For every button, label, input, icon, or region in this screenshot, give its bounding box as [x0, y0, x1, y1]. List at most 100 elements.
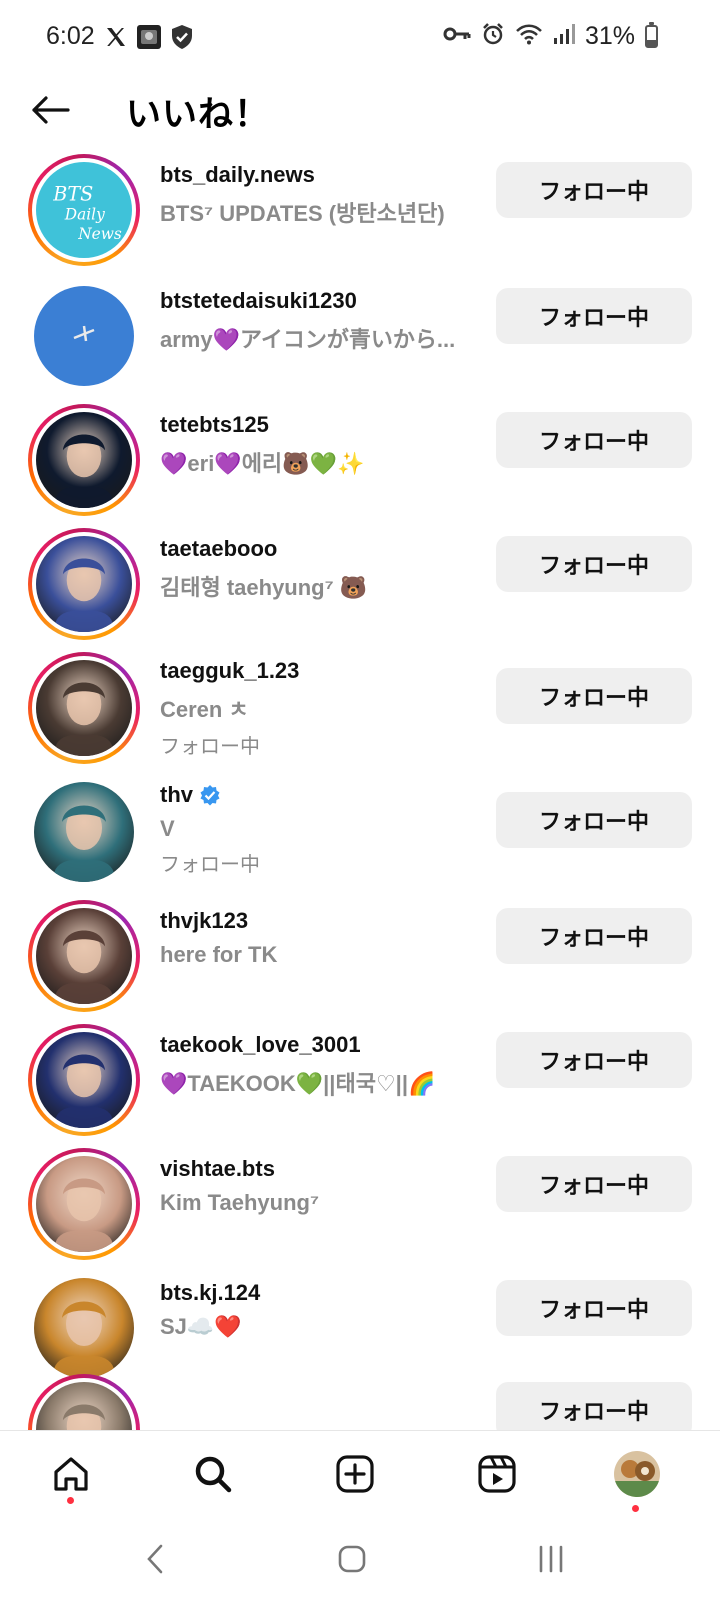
- username[interactable]: thv: [160, 782, 480, 808]
- list-item[interactable]: taetaebooo 김태형 taehyung⁷ 🐻 フォロー中: [0, 522, 720, 648]
- username[interactable]: vishtae.bts: [160, 1156, 480, 1182]
- username-text: taetaebooo: [160, 536, 278, 561]
- nav-home-dot: [67, 1497, 74, 1504]
- user-texts: bts_daily.news BTS⁷ UPDATES (방탄소년단): [160, 162, 480, 228]
- user-texts: vishtae.bts Kim Taehyung⁷: [160, 1156, 480, 1216]
- arrow-left-icon: [32, 96, 70, 124]
- user-avatar[interactable]: [28, 1024, 140, 1136]
- list-item[interactable]: taegguk_1.23 Ceren ㅊフォロー中 フォロー中: [0, 646, 720, 772]
- list-item[interactable]: thv V フォロー中 フォロー中: [0, 770, 720, 896]
- home-icon: [54, 1457, 88, 1491]
- username[interactable]: thvjk123: [160, 908, 480, 934]
- user-subtitle: 김태형 taehyung⁷ 🐻: [160, 575, 368, 600]
- avatar-image: [36, 412, 132, 508]
- following-button[interactable]: フォロー中: [496, 162, 692, 218]
- user-avatar[interactable]: [28, 652, 140, 764]
- list-item[interactable]: vishtae.bts Kim Taehyung⁷ フォロー中: [0, 1142, 720, 1268]
- user-subtitle: Kim Taehyung⁷: [160, 1190, 320, 1215]
- user-subtitle: 💜eri💜에리🐻💚✨: [160, 451, 365, 476]
- user-avatar[interactable]: [28, 776, 140, 888]
- username-text: vishtae.bts: [160, 1156, 275, 1181]
- user-avatar[interactable]: [28, 1374, 140, 1430]
- key-icon: [443, 24, 471, 49]
- list-item[interactable]: btstetedaisuki1230 army💜アイコンが青いから... フォロー中: [0, 274, 720, 400]
- username-text: tetebts125: [160, 412, 269, 437]
- avatar-image: [36, 536, 132, 632]
- status-bar: 6:02 31%: [0, 0, 720, 82]
- user-subtitle: V: [160, 816, 175, 841]
- system-back-button[interactable]: [130, 1538, 180, 1580]
- following-button[interactable]: フォロー中: [496, 536, 692, 592]
- user-avatar[interactable]: [28, 528, 140, 640]
- avatar-image: [36, 1156, 132, 1252]
- user-subtitle: SJ☁️❤️: [160, 1314, 242, 1339]
- nav-search-button[interactable]: [188, 1449, 238, 1499]
- user-subtitle: army💜アイコンが青いから...: [160, 327, 456, 352]
- nav-create-button[interactable]: [330, 1449, 380, 1499]
- battery-percent: 31%: [584, 22, 635, 50]
- user-avatar[interactable]: [28, 404, 140, 516]
- list-item[interactable]: BTS Daily News bts_daily.news BTS⁷ UPDATES (…: [0, 148, 720, 274]
- system-recents-button[interactable]: [526, 1538, 576, 1580]
- system-home-icon: [338, 1545, 366, 1573]
- svg-text:Daily: Daily: [64, 206, 105, 224]
- user-avatar[interactable]: BTS Daily News: [28, 154, 140, 266]
- username-text: thvjk123: [160, 908, 249, 933]
- username[interactable]: tetebts125: [160, 412, 480, 438]
- wifi-icon: [515, 23, 543, 50]
- system-back-icon: [147, 1544, 163, 1574]
- system-nav: [0, 1518, 720, 1600]
- nav-reels-button[interactable]: [472, 1449, 522, 1499]
- following-button[interactable]: フォロー中: [496, 412, 692, 468]
- status-time: 6:02: [46, 22, 95, 50]
- following-status-text: フォロー中: [160, 854, 260, 876]
- user-subtitle: 💜TAEKOOK💚||태국♡||🌈: [160, 1071, 436, 1096]
- username-text: btstetedaisuki1230: [160, 288, 357, 313]
- following-button[interactable]: フォロー中: [496, 1032, 692, 1088]
- username-text: taegguk_1.23: [160, 658, 300, 683]
- username[interactable]: taetaebooo: [160, 536, 480, 562]
- username-text: bts_daily.news: [160, 162, 315, 187]
- status-right-icons: 31%: [443, 22, 658, 51]
- user-avatar[interactable]: [28, 900, 140, 1012]
- username[interactable]: bts_daily.news: [160, 162, 480, 188]
- user-texts: taekook_love_3001 💜TAEKOOK💚||태국♡||🌈: [160, 1032, 480, 1098]
- user-avatar[interactable]: [28, 280, 140, 392]
- nav-home-button[interactable]: [46, 1449, 96, 1499]
- user-subtitle: BTS⁷ UPDATES (방탄소년단): [160, 201, 445, 226]
- list-item[interactable]: thvjk123 here for TK フォロー中: [0, 894, 720, 1020]
- user-subtitle: here for TK: [160, 942, 278, 967]
- recents-icon: [539, 1545, 563, 1573]
- user-texts: thvjk123 here for TK: [160, 908, 480, 968]
- username[interactable]: btstetedaisuki1230: [160, 288, 480, 314]
- username-text: taekook_love_3001: [160, 1032, 361, 1057]
- following-button[interactable]: フォロー中: [496, 1156, 692, 1212]
- back-button[interactable]: [26, 86, 74, 134]
- avatar-image: [34, 782, 134, 882]
- list-item[interactable]: tetebts125 💜eri💜에리🐻💚✨ フォロー中: [0, 398, 720, 524]
- avatar-ring-inner: [32, 904, 136, 1008]
- following-button[interactable]: フォロー中: [496, 288, 692, 344]
- list-item[interactable]: taekook_love_3001 💜TAEKOOK💚||태국♡||🌈 フォロー中: [0, 1018, 720, 1144]
- list-item[interactable]: フォロー中: [0, 1368, 720, 1430]
- following-button[interactable]: フォロー中: [496, 1382, 692, 1430]
- following-button[interactable]: フォロー中: [496, 792, 692, 848]
- username[interactable]: taegguk_1.23: [160, 658, 480, 684]
- avatar-ring-inner: [32, 532, 136, 636]
- username-text: bts.kj.124: [160, 1280, 261, 1305]
- nav-profile-button[interactable]: [612, 1449, 662, 1499]
- nav-profile-dot: [632, 1505, 639, 1512]
- avatar-ring-inner: [32, 1378, 136, 1430]
- following-button[interactable]: フォロー中: [496, 1280, 692, 1336]
- header: いいね！: [0, 82, 720, 148]
- likes-list[interactable]: BTS Daily News bts_daily.news BTS⁷ UPDATES (…: [0, 148, 720, 1430]
- user-avatar[interactable]: [28, 1148, 140, 1260]
- system-home-button[interactable]: [327, 1538, 377, 1580]
- avatar-ring-inner: BTS Daily News: [32, 158, 136, 262]
- avatar-image: [34, 1278, 134, 1378]
- following-button[interactable]: フォロー中: [496, 668, 692, 724]
- user-texts: taegguk_1.23 Ceren ㅊフォロー中: [160, 658, 480, 759]
- following-button[interactable]: フォロー中: [496, 908, 692, 964]
- username[interactable]: taekook_love_3001: [160, 1032, 480, 1058]
- username[interactable]: bts.kj.124: [160, 1280, 480, 1306]
